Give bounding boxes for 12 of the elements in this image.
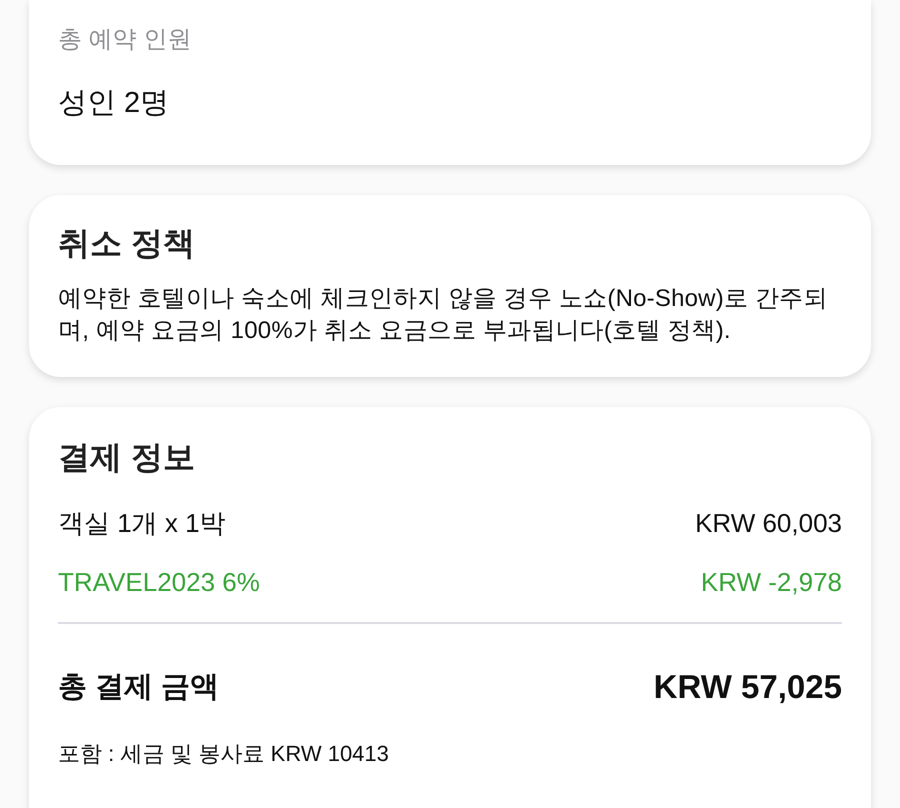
policy-text: 예약한 호텔이나 숙소에 체크인하지 않을 경우 노쇼(No-Show)로 간주되며, 예약 요금의 100%가 취소 요금으로 부과됩니다(호텔 정책). [58,284,829,346]
total-label: 총 결제 금액 [58,670,220,705]
discount-amount: KRW -2,978 [700,566,842,599]
guest-count-value: 성인 2명 [58,86,170,121]
section-title: 취소 정책 [58,224,196,263]
total-amount: KRW 57,025 [654,667,842,707]
tax-note: 포함 : 세금 및 봉사료 KRW 10413 [58,740,390,768]
section-title: 결제 정보 [58,438,196,477]
charge-amount: KRW 60,003 [695,507,842,540]
charge-label: 객실 1개 x 1박 [58,507,226,540]
guest-count-label: 총 예약 인원 [58,25,192,55]
discount-label: TRAVEL2023 6% [58,566,260,599]
